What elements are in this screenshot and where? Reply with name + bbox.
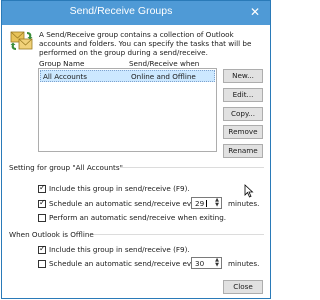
offline-schedule-label: Schedule an automatic send/receive every [49,259,203,268]
group-settings-header: Setting for group "All Accounts" [9,163,123,172]
offline-schedule-checkbox[interactable] [38,260,46,268]
group-name-cell: All Accounts [43,72,87,81]
offline-schedule-unit: minutes. [228,259,260,268]
send-receive-when-cell: Online and Offline [131,72,196,81]
schedule-minutes-spinner[interactable]: 29 ▲ ▼ [191,197,222,209]
offline-settings-header: When Outlook is Offline [9,230,94,239]
offline-minutes-spinner[interactable]: 30 ▲ ▼ [191,257,222,269]
edit-button[interactable]: Edit... [223,88,263,102]
offline-include-checkbox[interactable]: ✓ [38,244,46,254]
schedule-unit: minutes. [228,199,260,208]
send-receive-icon [10,31,33,50]
send-on-exit-label: Perform an automatic send/receive when e… [49,213,227,222]
schedule-label: Schedule an automatic send/receive every [49,199,203,208]
column-header-group-name: Group Name [39,59,85,68]
spin-down-icon[interactable]: ▼ [214,263,220,268]
new-button[interactable]: New... [223,69,263,83]
list-item[interactable]: All Accounts Online and Offline [40,70,215,82]
close-button[interactable]: Close [223,280,263,294]
send-receive-groups-dialog: Send/Receive Groups ✕ A Send/Receive gro… [1,0,271,299]
send-on-exit-checkbox[interactable] [38,214,46,222]
include-group-label: Include this group in send/receive (F9). [49,184,190,193]
group-settings-divider [120,167,264,168]
title-bar: Send/Receive Groups ✕ [2,1,270,25]
schedule-minutes-value: 29 [195,199,205,208]
column-header-send-receive-when: Send/Receive when [129,59,200,68]
copy-button[interactable]: Copy... [223,107,263,121]
offline-minutes-value: 30 [195,259,205,268]
text-caret [206,200,207,207]
spin-down-icon[interactable]: ▼ [214,203,220,208]
remove-button[interactable]: Remove [223,125,263,139]
offline-include-label: Include this group in send/receive (F9). [49,245,190,254]
close-icon[interactable]: ✕ [244,4,266,21]
rename-button[interactable]: Rename [223,144,263,158]
groups-list[interactable]: All Accounts Online and Offline [38,68,217,152]
description-text: A Send/Receive group contains a collecti… [39,30,252,58]
include-group-checkbox[interactable]: ✓ [38,183,46,193]
offline-settings-divider [94,234,264,235]
window-title: Send/Receive Groups [69,5,173,17]
schedule-checkbox[interactable]: ✓ [38,198,46,208]
mouse-pointer-icon [244,184,254,198]
